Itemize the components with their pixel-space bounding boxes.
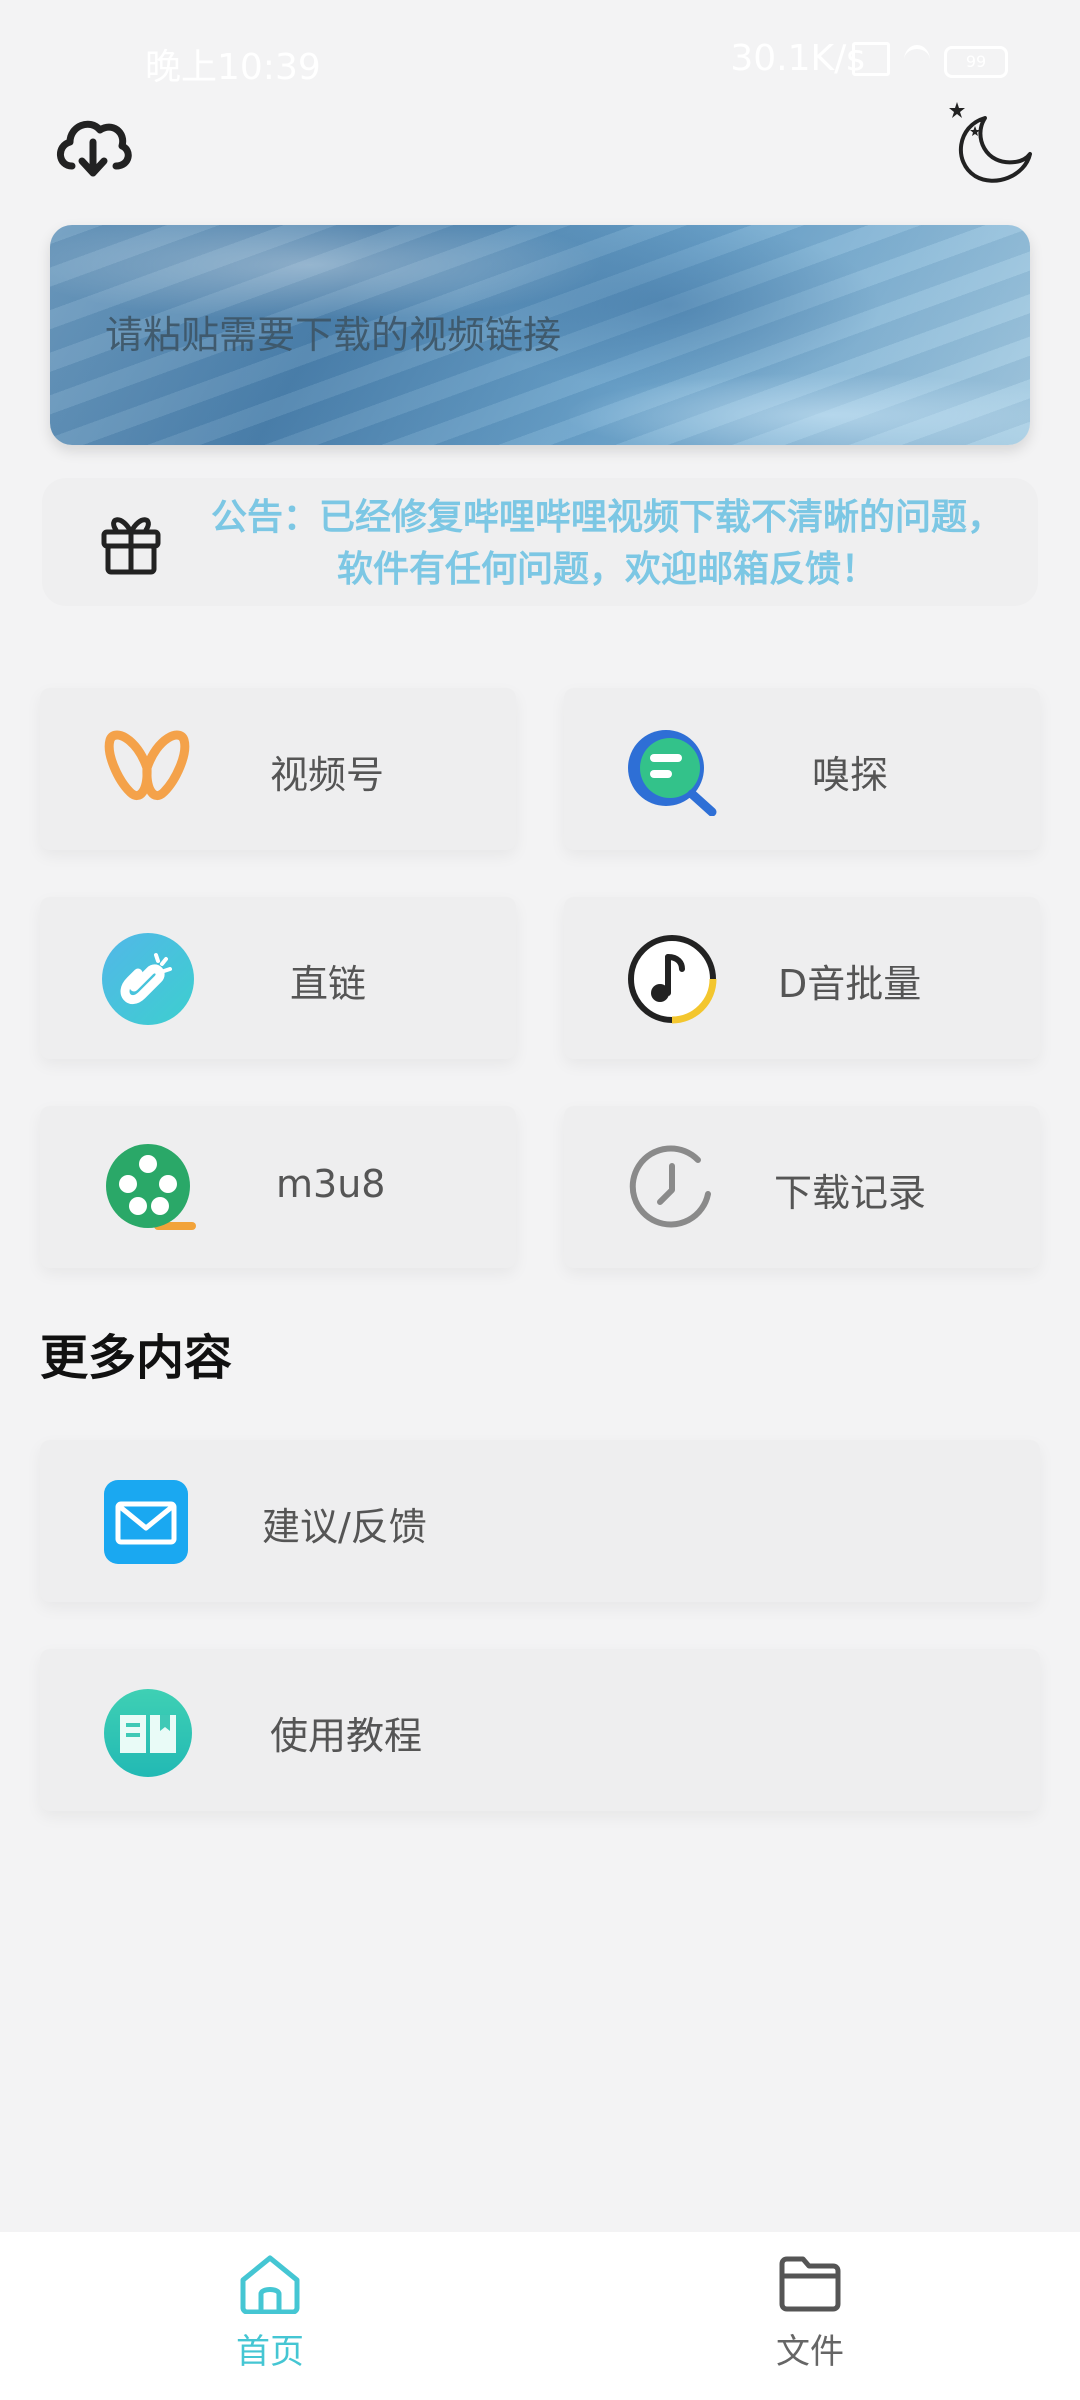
film-reel-icon bbox=[106, 1144, 196, 1230]
feature-card-douyin-batch[interactable]: D音批量 bbox=[564, 897, 1040, 1059]
video-link-input[interactable] bbox=[50, 225, 1030, 445]
folder-icon bbox=[779, 2256, 841, 2312]
list-item-tutorial-label: 使用教程 bbox=[270, 1714, 423, 1758]
nav-label-home: 首页 bbox=[236, 2332, 304, 2372]
feature-label-channels: 视频号 bbox=[270, 753, 385, 797]
list-item-feedback[interactable]: 建议/反馈 bbox=[40, 1440, 1040, 1602]
list-item-tutorial[interactable]: 使用教程 bbox=[40, 1649, 1040, 1811]
feature-card-channels[interactable]: 视频号 bbox=[40, 688, 516, 850]
magnet-link-icon bbox=[102, 933, 194, 1025]
wifi-icon bbox=[904, 45, 930, 75]
feature-card-m3u8[interactable]: m3u8 bbox=[40, 1106, 516, 1268]
nav-label-files: 文件 bbox=[776, 2332, 844, 2372]
cloud-download-icon[interactable] bbox=[52, 108, 132, 180]
status-time: 晚上10:39 bbox=[145, 47, 321, 88]
music-note-icon bbox=[628, 935, 717, 1024]
feature-card-download-history[interactable]: 下载记录 bbox=[564, 1106, 1040, 1268]
nav-tab-files[interactable]: 文件 bbox=[730, 2252, 890, 2373]
announcement-line-2: 软件有任何问题，欢迎邮箱反馈！ bbox=[336, 549, 877, 590]
feature-card-sniff[interactable]: 嗅探 bbox=[564, 688, 1040, 850]
moon-stars-icon[interactable] bbox=[945, 96, 1035, 186]
sim-icon bbox=[852, 42, 890, 76]
bottom-navigation: 首页 文件 bbox=[0, 2232, 1080, 2400]
feature-label-sniff: 嗅探 bbox=[812, 753, 889, 797]
mail-icon bbox=[104, 1480, 188, 1564]
nav-tab-home[interactable]: 首页 bbox=[190, 2252, 350, 2373]
feature-card-direct-link[interactable]: 直链 bbox=[40, 897, 516, 1059]
home-icon bbox=[240, 2255, 300, 2315]
feature-label-m3u8: m3u8 bbox=[276, 1162, 386, 1206]
search-banner bbox=[50, 225, 1030, 445]
announcement-text: 公告：已经修复哔哩哔哩视频下载不清晰的问题， 软件有任何问题，欢迎邮箱反馈！ bbox=[182, 492, 1032, 596]
feature-label-douyin-batch: D音批量 bbox=[778, 962, 922, 1006]
gift-icon bbox=[101, 517, 161, 575]
status-bar: 晚上10:39 30.1K/s 99 bbox=[0, 0, 1080, 110]
section-title-more: 更多内容 bbox=[40, 1330, 233, 1386]
list-item-feedback-label: 建议/反馈 bbox=[262, 1505, 427, 1549]
announcement-line-1: 公告：已经修复哔哩哔哩视频下载不清晰的问题， bbox=[210, 497, 1003, 538]
sniff-search-icon bbox=[628, 730, 717, 816]
announcement-card: 公告：已经修复哔哩哔哩视频下载不清晰的问题， 软件有任何问题，欢迎邮箱反馈！ bbox=[42, 478, 1038, 606]
feature-label-direct-link: 直链 bbox=[290, 962, 367, 1006]
feature-label-download-history: 下载记录 bbox=[774, 1171, 927, 1215]
status-net-speed: 30.1K/s bbox=[730, 38, 865, 79]
history-clock-icon bbox=[629, 1145, 711, 1228]
book-icon bbox=[104, 1689, 192, 1777]
channels-butterfly-icon bbox=[104, 730, 190, 800]
battery-icon: 99 bbox=[944, 46, 1008, 78]
